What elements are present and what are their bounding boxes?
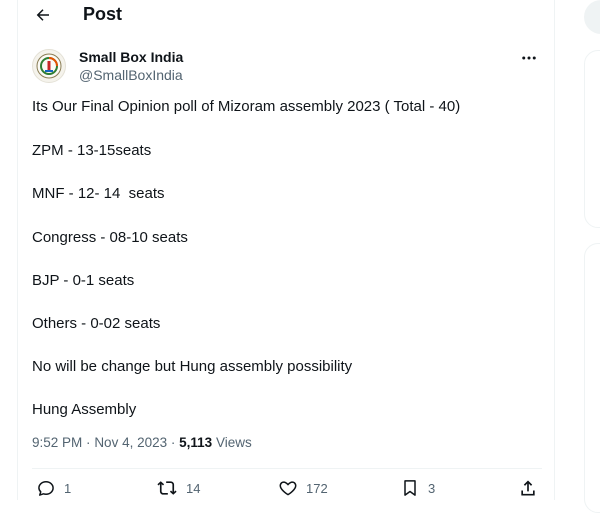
author-names: Small Box India @SmallBoxIndia (79, 49, 183, 84)
author-display-name[interactable]: Small Box India (79, 49, 183, 66)
repost-button[interactable]: 14 (156, 478, 200, 498)
search-bar[interactable] (584, 0, 600, 34)
author-row: Small Box India @SmallBoxIndia (32, 47, 542, 87)
sidebar-card (584, 243, 600, 513)
tweet-line: No will be change but Hung assembly poss… (32, 358, 353, 375)
tweet-line: ZPM - 13-15seats (32, 142, 152, 159)
page-title: Post (83, 4, 123, 24)
sidebar-card (584, 50, 600, 228)
reply-icon (38, 481, 54, 496)
meta-separator: · (86, 435, 91, 450)
like-count: 172 (306, 480, 328, 496)
meta-separator: · (170, 435, 176, 450)
repost-count: 14 (186, 480, 201, 496)
tweet-line: BJP - 0-1 seats (32, 272, 135, 289)
post-date[interactable]: Nov 4, 2023 (94, 435, 167, 450)
more-horizontal-icon (522, 56, 536, 60)
bookmark-count: 3 (428, 480, 436, 496)
arrow-left-icon (36, 9, 49, 21)
divider (32, 468, 542, 469)
action-bar: 1 14 172 3 (32, 478, 542, 500)
bookmark-icon (404, 480, 416, 496)
avatar-logo-icon (36, 53, 62, 79)
bookmark-button[interactable]: 3 (400, 478, 435, 498)
tweet-line: MNF - 12- 14 seats (32, 185, 165, 202)
post-header: Post (18, 0, 554, 30)
post-meta: 9:52 PM · Nov 4, 2023 · 5,113 Views (32, 435, 252, 450)
like-button[interactable]: 172 (278, 478, 328, 498)
back-button[interactable] (32, 4, 54, 26)
share-button[interactable] (518, 478, 538, 498)
avatar[interactable] (32, 49, 66, 83)
heart-icon (279, 481, 297, 496)
tweet-line: Hung Assembly (32, 401, 137, 418)
more-button[interactable] (516, 47, 542, 69)
views-label: Views (215, 435, 252, 450)
tweet-line: Congress - 08-10 seats (32, 229, 188, 246)
tweet-line: Its Our Final Opinion poll of Mizoram as… (32, 98, 461, 115)
reply-count: 1 (64, 480, 72, 496)
reply-button[interactable]: 1 (36, 478, 71, 498)
views-count: 5,113 (179, 435, 213, 450)
post-column: Post Small Box India @SmallBoxIndia Its (17, 0, 555, 500)
repost-icon (157, 481, 177, 495)
post-time[interactable]: 9:52 PM (32, 435, 82, 450)
tweet-line: Others - 0-02 seats (32, 315, 161, 332)
share-icon (521, 480, 535, 496)
author-handle[interactable]: @SmallBoxIndia (79, 67, 183, 84)
